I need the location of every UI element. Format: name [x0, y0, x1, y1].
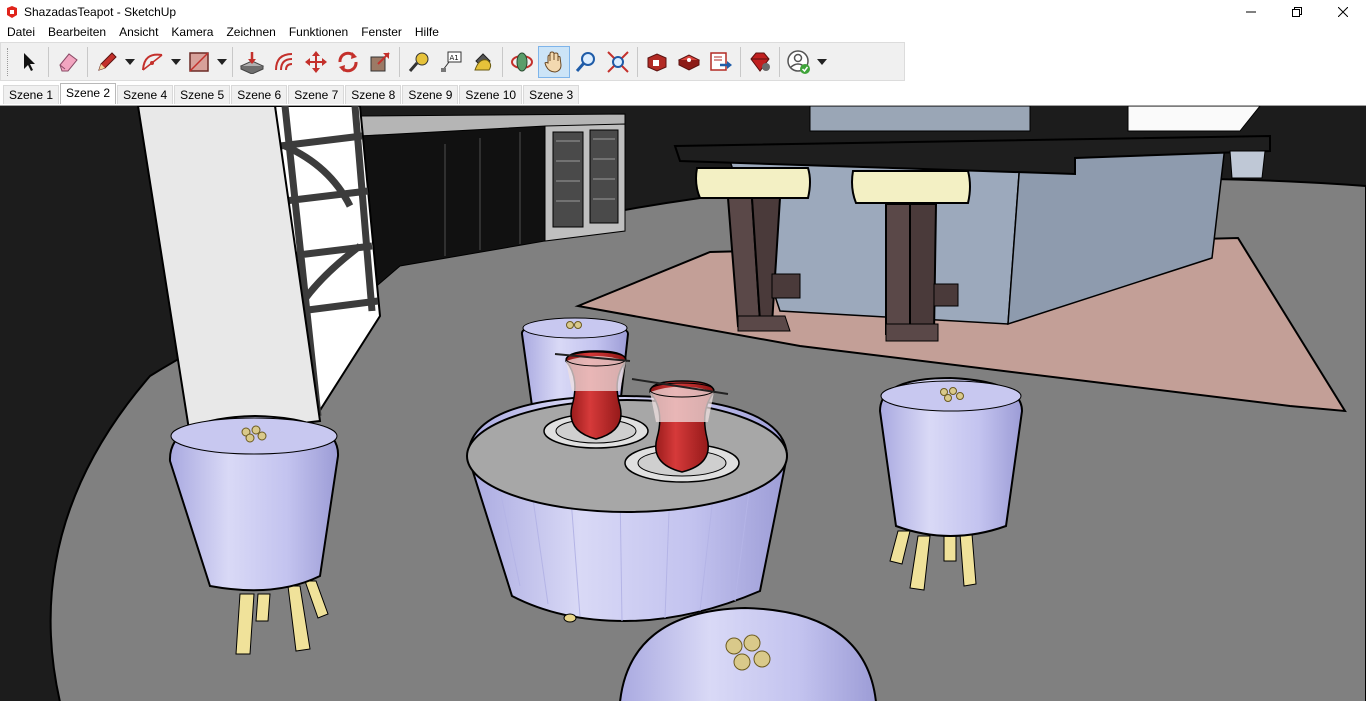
zoom-tool-button[interactable] [570, 46, 602, 78]
scene-tab-10[interactable]: Szene 10 [459, 85, 523, 104]
chevron-down-icon [171, 58, 181, 65]
toolbar-separator [399, 46, 400, 77]
line-tool-button[interactable] [91, 46, 123, 78]
scene-tab-9[interactable]: Szene 9 [402, 85, 459, 104]
toolbar-separator [87, 46, 88, 77]
account-button[interactable] [783, 46, 815, 78]
orbit-icon [511, 52, 533, 71]
menu-zeichnen[interactable]: Zeichnen [219, 23, 281, 42]
text-tool-button[interactable]: A1 [435, 46, 467, 78]
scene-tab-2[interactable]: Szene 2 [60, 83, 117, 104]
rotate-icon [338, 51, 358, 72]
eraser-icon [59, 52, 78, 71]
toolbar-separator [637, 46, 638, 77]
toolbar-separator [502, 46, 503, 77]
extension-warehouse-button[interactable] [673, 46, 705, 78]
menu-kamera[interactable]: Kamera [164, 23, 219, 42]
title-bar: ShazadasTeapot - SketchUp [0, 0, 1366, 23]
scene-tabs: Szene 1 Szene 2 Szene 4 Szene 5 Szene 6 … [0, 82, 1366, 104]
send-to-layout-icon [710, 51, 732, 71]
close-button[interactable] [1320, 0, 1366, 23]
zoom-extents-icon [607, 50, 629, 73]
paint-bucket-tool-button[interactable] [467, 46, 499, 78]
chevron-down-icon [817, 58, 827, 65]
menu-fenster[interactable]: Fenster [354, 23, 408, 42]
zoom-icon [575, 51, 595, 72]
rotate-tool-button[interactable] [332, 46, 364, 78]
tape-measure-tool-button[interactable] [403, 46, 435, 78]
rectangle-icon [189, 51, 209, 72]
extension-manager-ruby-icon [750, 52, 770, 72]
chevron-down-icon [125, 58, 135, 65]
toolbar-separator [779, 46, 780, 77]
window-controls [1228, 0, 1366, 23]
rectangle-tool-dropdown[interactable] [215, 46, 229, 78]
toolbar-separator [232, 46, 233, 77]
push-pull-icon [239, 51, 265, 74]
move-tool-button[interactable] [300, 46, 332, 78]
pan-tool-button[interactable] [538, 45, 570, 78]
minimize-icon [1246, 11, 1256, 12]
far-window [1127, 106, 1261, 132]
eraser-tool-button[interactable] [52, 46, 84, 78]
arc-tool-dropdown[interactable] [169, 46, 183, 78]
sketchup-logo-icon [7, 5, 17, 18]
chevron-down-icon [217, 58, 227, 65]
orbit-tool-button[interactable] [506, 46, 538, 78]
menu-hilfe[interactable]: Hilfe [408, 23, 445, 42]
select-tool-button[interactable] [13, 46, 45, 78]
paint-bucket-icon [474, 52, 492, 70]
svg-text:A1: A1 [450, 54, 459, 62]
zoom-extents-tool-button[interactable] [602, 46, 634, 78]
scale-tool-button[interactable] [364, 46, 396, 78]
toolbar-separator [48, 46, 49, 77]
toolbar-grip[interactable] [7, 47, 10, 76]
scene-tab-5[interactable]: Szene 5 [174, 85, 231, 104]
menu-ansicht[interactable]: Ansicht [112, 23, 164, 42]
account-dropdown[interactable] [815, 46, 829, 78]
scene-tab-8[interactable]: Szene 8 [345, 85, 402, 104]
minimize-button[interactable] [1228, 0, 1274, 23]
window-title: ShazadasTeapot - SketchUp [24, 4, 177, 19]
model-viewport[interactable] [0, 105, 1366, 701]
account-user-icon [787, 49, 810, 74]
rectangle-tool-button[interactable] [183, 46, 215, 78]
push-pull-tool-button[interactable] [236, 46, 268, 78]
scale-icon [370, 51, 390, 71]
3d-warehouse-button[interactable] [641, 46, 673, 78]
scene-render [0, 106, 1366, 701]
main-toolbar: A1 [0, 42, 905, 81]
text-label-icon: A1 [441, 51, 462, 72]
scene-tab-3[interactable]: Szene 3 [523, 85, 580, 104]
bar-counter-top [809, 106, 1031, 132]
extension-manager-button[interactable] [744, 46, 776, 78]
scene-tab-1[interactable]: Szene 1 [3, 85, 60, 104]
scene-tab-4[interactable]: Szene 4 [117, 85, 174, 104]
line-tool-dropdown[interactable] [123, 46, 137, 78]
menu-bar: Datei Bearbeiten Ansicht Kamera Zeichnen… [0, 23, 1366, 42]
close-icon [1338, 6, 1348, 17]
select-arrow-icon [24, 52, 35, 71]
pan-hand-icon [544, 50, 562, 73]
offset-icon [275, 52, 293, 70]
restore-icon [1292, 6, 1302, 17]
menu-funktionen[interactable]: Funktionen [282, 23, 354, 42]
restore-button[interactable] [1274, 0, 1320, 23]
scene-tab-7[interactable]: Szene 7 [288, 85, 345, 104]
toolbar-separator [740, 46, 741, 77]
send-to-layout-button[interactable] [705, 46, 737, 78]
3d-warehouse-icon [647, 52, 667, 72]
arc-icon [142, 53, 163, 71]
extension-warehouse-icon [677, 53, 701, 71]
scene-tab-6[interactable]: Szene 6 [231, 85, 288, 104]
tape-measure-icon [408, 52, 429, 72]
arc-tool-button[interactable] [137, 46, 169, 78]
pencil-line-icon [98, 51, 117, 71]
menu-bearbeiten[interactable]: Bearbeiten [41, 23, 112, 42]
offset-tool-button[interactable] [268, 46, 300, 78]
move-icon [305, 50, 327, 73]
menu-datei[interactable]: Datei [0, 23, 41, 42]
